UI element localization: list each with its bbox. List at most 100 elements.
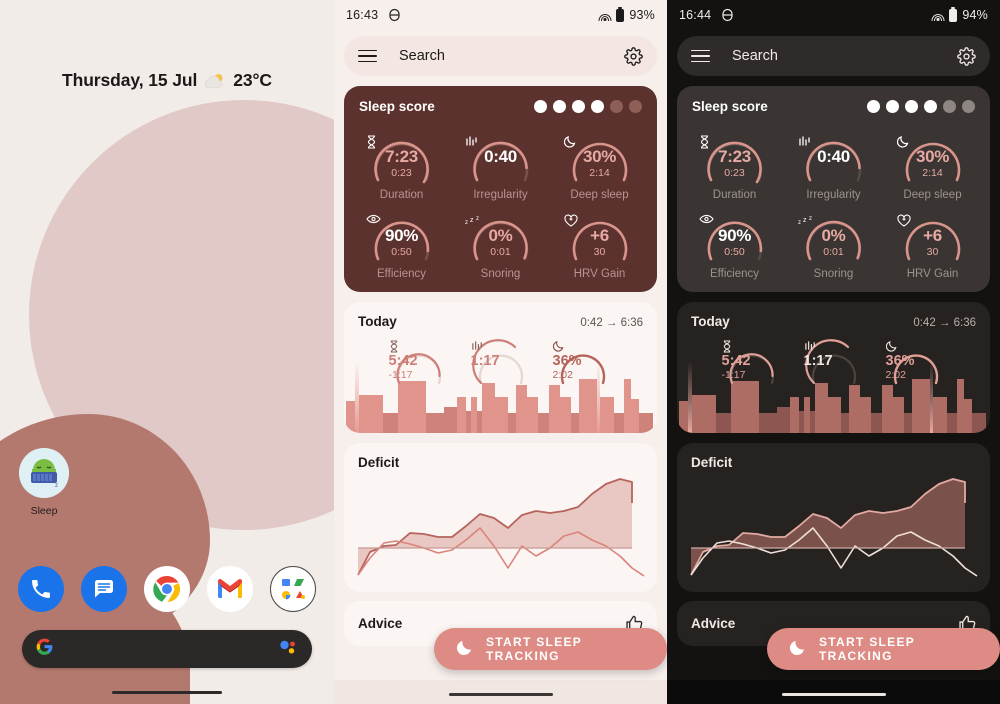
gauge-subvalue: 30 [593,246,606,258]
gauge-subvalue: 0:01 [490,246,511,258]
gauge-hrv-gain[interactable]: +6 30 HRV Gain [883,201,982,280]
sleep-score-card[interactable]: Sleep score 7:23 0:23 Duration 0:40 Irre… [677,86,990,292]
app-icon-phone[interactable] [18,566,64,612]
app-icon-chrome[interactable] [144,566,190,612]
battery-percent: 94% [962,8,988,22]
gauge-subvalue: 0:50 [724,246,745,258]
today-gauge-irregularity[interactable]: 1:17 [804,333,864,391]
start-sleep-tracking-button[interactable]: START SLEEP TRACKING [434,628,667,670]
nav-pill[interactable] [448,693,553,696]
today-hypnogram[interactable]: 5:42 -1:17 1:17 36% 2:02 [344,333,657,433]
app-icon-gmail[interactable] [207,566,253,612]
sleep-score-header: Sleep score [677,86,990,116]
sleep-android-icon: z [19,448,69,498]
gauge-duration[interactable]: 7:23 0:23 Duration [352,122,451,201]
gauge-value: 0:40 [817,147,850,166]
today-gauge-duration[interactable]: 5:42 -1:17 [722,333,782,391]
today-gauge-value: 1:17 [803,353,833,369]
gauge-deep-sleep[interactable]: 30% 2:14 Deep sleep [883,122,982,201]
gear-icon[interactable] [624,46,643,66]
today-gauge-deep-sleep[interactable]: 36% 2:02 [552,333,613,391]
nav-pill[interactable] [781,693,886,696]
score-dots-indicator [867,100,975,113]
today-gauge-value: 5:42 [388,353,418,369]
moon-icon [789,638,807,661]
today-hypnogram[interactable]: 5:42 -1:17 1:17 36% 2:02 [677,333,990,433]
today-gauge-subvalue: -1:17 [388,369,413,381]
gauge-subvalue: 30 [926,246,939,258]
hourglass-icon [389,340,449,353]
today-gauge-deep-sleep[interactable]: 36% 2:02 [885,333,946,391]
today-header: Today 0:42 → 6:36 [677,302,990,329]
gauge-value: 30% [915,147,950,166]
search-input[interactable]: Search [399,48,445,64]
sleep-score-card[interactable]: Sleep score 7:23 0:23 Duration 0:40 Irre… [344,86,657,292]
home-date-text: Thursday, 15 Jul [62,70,198,90]
wifi-icon [598,10,612,21]
app-icon-sleep[interactable]: z Sleep [18,448,70,517]
today-gauge-value: 36% [885,353,915,369]
today-gauge-duration[interactable]: 5:42 -1:17 [389,333,449,391]
deficit-card[interactable]: Deficit [677,443,990,592]
menu-icon[interactable] [691,49,710,63]
gauge-value: 90% [717,226,752,245]
start-sleep-tracking-button[interactable]: START SLEEP TRACKING [767,628,1000,670]
gauge-label: Duration [712,189,757,201]
gauge-deep-sleep[interactable]: 30% 2:14 Deep sleep [550,122,649,201]
status-clock: 16:40 [12,8,45,22]
app-top-bar: Search [677,36,990,76]
svg-text:z: z [470,217,474,224]
gauge-label: Irregularity [473,189,528,201]
today-gauge-value: 5:42 [721,353,751,369]
gauge-label: Irregularity [806,189,861,201]
deficit-title: Deficit [358,455,400,470]
gauge-subvalue: 0:23 [724,167,745,179]
google-g-icon [35,637,54,661]
app-icon-google-folder[interactable] [270,566,316,612]
gauge-duration[interactable]: 7:23 0:23 Duration [685,122,784,201]
moon-icon [456,638,474,661]
menu-icon[interactable] [358,49,377,63]
assistant-icon[interactable] [277,638,299,661]
today-header: Today 0:42 → 6:36 [344,302,657,329]
gauge-efficiency[interactable]: 90% 0:50 Efficiency [352,201,451,280]
gauge-snoring[interactable]: zzz 0% 0:01 Snoring [784,201,883,280]
google-search-bar[interactable] [22,630,312,668]
today-gauge-row: 5:42 -1:17 1:17 36% 2:02 [344,333,657,391]
gauge-value: +6 [590,226,609,245]
today-card[interactable]: Today 0:42 → 6:36 5:42 -1:17 1:17 36% 2:… [344,302,657,433]
search-input[interactable]: Search [732,48,778,64]
today-gauge-subvalue: 2:02 [885,369,906,381]
gauge-label: Duration [379,189,424,201]
status-clock: 16:44 [679,8,712,22]
gauge-irregularity[interactable]: 0:40 Irregularity [451,122,550,201]
gauge-irregularity[interactable]: 0:40 Irregularity [784,122,883,201]
today-gauge-irregularity[interactable]: 1:17 [471,333,531,391]
today-time-range: 0:42 → 6:36 [580,317,643,329]
deficit-card[interactable]: Deficit [344,443,657,592]
gauge-hrv-gain[interactable]: +6 30 HRV Gain [550,201,649,280]
app-top-bar: Search [344,36,657,76]
gear-icon[interactable] [957,46,976,66]
date-weather-widget[interactable]: Thursday, 15 Jul 23°C [0,70,334,91]
app-icon-messages[interactable] [81,566,127,612]
sleep-app-dark-panel: 16:44 94% Search Sleep score 7:23 0:23 D… [667,0,1000,704]
home-nav-pill[interactable] [112,691,222,694]
gauge-snoring[interactable]: zzz 0% 0:01 Snoring [451,201,550,280]
moon-icon [885,340,946,353]
sleep-app-icon [388,8,401,22]
today-gauge-row: 5:42 -1:17 1:17 36% 2:02 [677,333,990,391]
gauge-efficiency[interactable]: 90% 0:50 Efficiency [685,201,784,280]
today-card[interactable]: Today 0:42 → 6:36 5:42 -1:17 1:17 36% 2:… [677,302,990,433]
gauge-value: 7:23 [718,147,751,166]
deficit-header: Deficit [344,443,657,470]
deficit-chart [677,470,990,592]
today-gauge-subvalue: 2:02 [552,369,573,381]
deficit-header: Deficit [677,443,990,470]
sleep-score-gauges: 7:23 0:23 Duration 0:40 Irregularity 30%… [344,116,657,292]
svg-text:z: z [55,483,58,489]
hourglass-icon [722,340,782,353]
app-light-nav-bar [334,680,667,704]
gauge-label: Deep sleep [903,189,962,201]
score-dots-indicator [534,100,642,113]
